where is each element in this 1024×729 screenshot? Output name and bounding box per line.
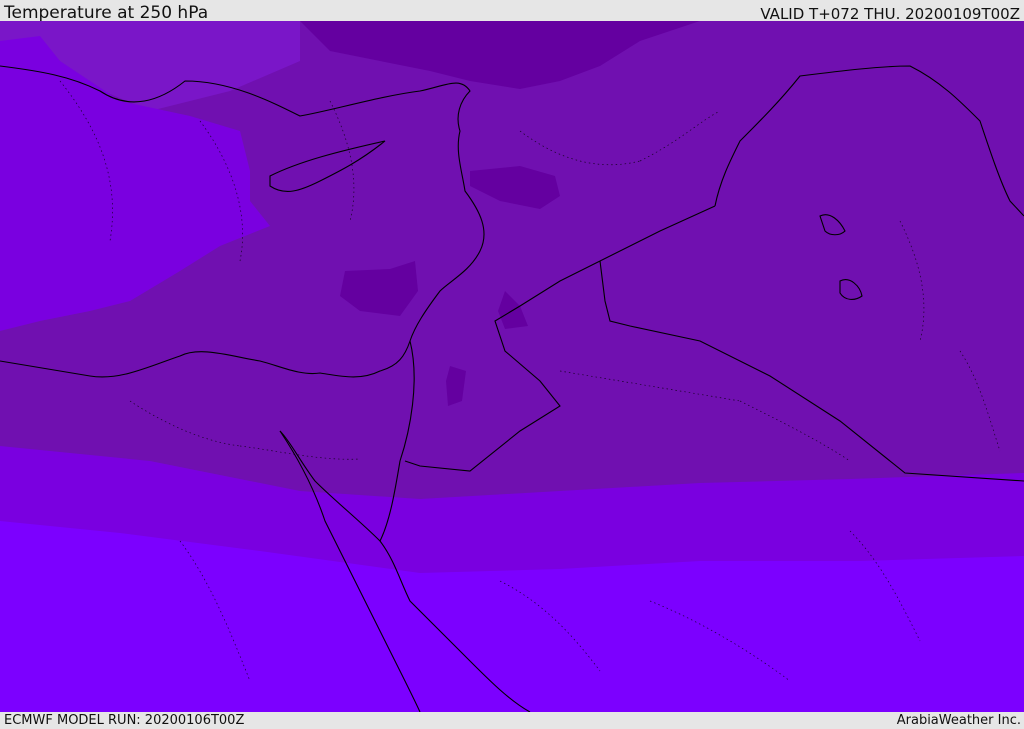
map-canvas: [0, 21, 1024, 712]
header-bar: Temperature at 250 hPa VALID T+072 THU. …: [0, 0, 1024, 23]
weather-map[interactable]: [0, 21, 1024, 712]
credit-label: ArabiaWeather Inc.: [896, 713, 1021, 728]
model-run-label: ECMWF MODEL RUN: 20200106T00Z: [4, 713, 245, 728]
map-title: Temperature at 250 hPa: [4, 3, 209, 23]
footer-bar: ECMWF MODEL RUN: 20200106T00Z ArabiaWeat…: [0, 712, 1024, 729]
